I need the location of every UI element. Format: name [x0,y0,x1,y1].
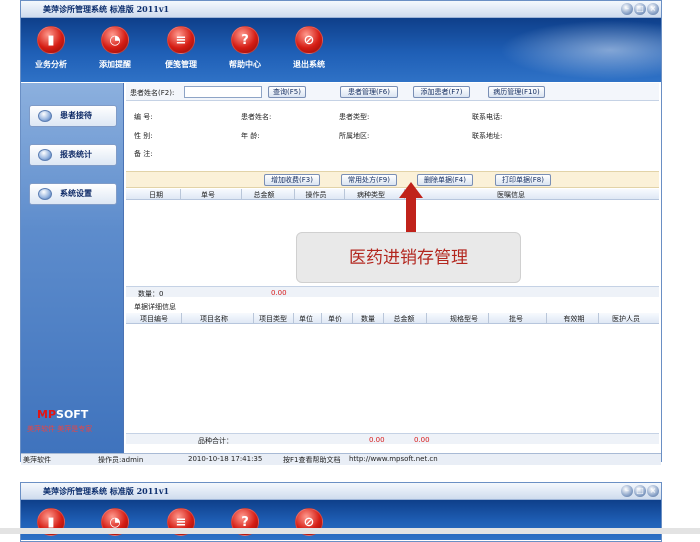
field-age: 年 龄: [241,132,260,140]
toolbar-notes[interactable]: ≡ [151,508,211,540]
main-window: 美萍诊所管理系统 标准版 2011v1 – □ × ▮ 业务分析 ◔ 添加提醒 … [20,0,662,465]
notepad-icon: ≡ [167,26,195,54]
toolbar-add-reminder[interactable]: ◔ 添加提醒 [85,26,145,70]
second-window-title: 美萍诊所管理系统 标准版 2011v1 [43,486,170,496]
medical-history-button[interactable]: 病历管理(F10) [488,86,545,98]
field-gender: 性 别: [134,132,153,140]
col-item-name: 项目名称 [200,315,228,323]
field-id: 编 号: [134,113,153,121]
field-patient-type: 患者类型: [339,113,370,121]
col-spec: 规格型号 [450,315,478,323]
status-datetime: 2010-10-18 17:41:35 [188,455,263,463]
field-patient-name: 患者姓名: [241,113,272,121]
up-arrow-icon [399,182,423,234]
common-prescription-button[interactable]: 常用处方(F9) [341,174,397,186]
nav-bullet-icon [38,149,52,161]
col-batch: 批号 [509,315,523,323]
second-title-bar: 美萍诊所管理系统 标准版 2011v1 – □ × [21,483,661,500]
patient-manage-button[interactable]: 患者管理(F6) [340,86,398,98]
query-button[interactable]: 查询(F5) [268,86,306,98]
toolbar-exit[interactable]: ⊘ [279,508,339,540]
decorative-swirl [491,18,661,82]
col-total-amount: 总金额 [253,191,275,199]
toolbar-help[interactable]: ? [215,508,275,540]
patient-search-bar: 患者姓名(F2): 查询(F5) 患者管理(F6) 添加患者(F7) 病历管理(… [126,83,659,101]
sidebar-item-reports[interactable]: 报表统计 [29,144,117,166]
toolbar-exit[interactable]: ⊘ 退出系统 [279,26,339,70]
col-order-no: 单号 [201,191,215,199]
slogan: 美萍软件 美萍是专家 [27,425,93,433]
patient-name-input[interactable] [184,86,262,98]
toolbar-business-analysis[interactable]: ▮ 业务分析 [21,26,81,70]
col-amount: 总金额 [393,315,415,323]
status-url: http://www.mpsoft.net.cn [349,455,438,463]
col-expiry: 有效期 [563,315,585,323]
minimize-icon[interactable]: – [621,3,633,15]
col-unit-price: 单价 [328,315,342,323]
col-quantity: 数量 [361,315,375,323]
print-order-button[interactable]: 打印单据(F8) [495,174,551,186]
maximize-icon[interactable]: □ [634,3,646,15]
col-item-type: 项目类型 [259,315,287,323]
status-company: 美萍软件 [23,456,51,464]
field-note: 备 注: [134,150,153,158]
orders-summary-row: 数量：0 0.00 [126,286,659,298]
overlay-caption: 医药进销存管理 [296,232,521,283]
toolbar-add-reminder[interactable]: ◔ [85,508,145,540]
sidebar-item-settings[interactable]: 系统设置 [29,183,117,205]
sidebar-item-patient-reception[interactable]: 患者接待 [29,105,117,127]
order-count: 数量：0 [138,290,164,298]
maximize-icon[interactable]: □ [634,485,646,497]
second-toolbar: ▮ ◔ ≡ ? ⊘ [21,500,661,540]
help-icon: ? [231,26,259,54]
sidebar: 患者接待 报表统计 系统设置 MPSOFT 美萍软件 美萍是专家 [21,83,124,453]
col-doctor-advice: 医嘱信息 [497,191,525,199]
add-fee-button[interactable]: 增加收费(F3) [264,174,320,186]
delete-order-button[interactable]: 删除单据(F4) [417,174,473,186]
sum-quantity: 0.00 [369,436,385,444]
sum-amount: 0.00 [414,436,430,444]
window-title: 美萍诊所管理系统 标准版 2011v1 [43,4,170,14]
status-operator: 操作员:admin [98,456,144,464]
details-title: 单据详细信息 [134,303,176,311]
col-date: 日期 [149,191,163,199]
toolbar-business-analysis[interactable]: ▮ [21,508,81,540]
col-unit: 单位 [299,315,313,323]
main-toolbar: ▮ 业务分析 ◔ 添加提醒 ≡ 便笺管理 ? 帮助中心 ⊘ 退出系统 [21,18,661,82]
details-summary-row: 品种合计： 0.00 0.00 [126,433,659,445]
close-icon[interactable]: × [647,3,659,15]
mpsoft-logo: MPSOFT [37,408,89,421]
close-icon[interactable]: × [647,485,659,497]
toolbar-help[interactable]: ? 帮助中心 [215,26,275,70]
col-item-code: 项目编号 [140,315,168,323]
minimize-icon[interactable]: – [621,485,633,497]
status-help: 按F1查看帮助文档 [283,456,341,464]
patient-name-label: 患者姓名(F2): [130,89,175,97]
details-section-header: 单据详细信息 [126,300,659,311]
order-total: 0.00 [271,289,287,297]
exit-icon: ⊘ [295,26,323,54]
col-operator: 操作员 [305,191,327,199]
orders-table-header: 日期 单号 总金额 操作员 病种类型 医嘱信息 [126,189,659,200]
field-address: 联系地址: [472,132,503,140]
chart-icon: ▮ [37,26,65,54]
status-bar: 美萍软件 操作员:admin 2010-10-18 17:41:35 按F1查看… [21,453,661,465]
nav-bullet-icon [38,188,52,200]
bottom-strip [0,528,700,534]
nav-bullet-icon [38,110,52,122]
toolbar-notes[interactable]: ≡ 便笺管理 [151,26,211,70]
field-phone: 联系电话: [472,113,503,121]
variety-sum-label: 品种合计： [198,437,233,445]
details-table-header: 项目编号 项目名称 项目类型 单位 单价 数量 总金额 规格型号 批号 有效期 [126,313,659,324]
col-staff: 医护人员 [612,315,640,323]
add-patient-button[interactable]: 添加患者(F7) [413,86,470,98]
title-bar: 美萍诊所管理系统 标准版 2011v1 – □ × [21,1,661,18]
field-region: 所属地区: [339,132,370,140]
clock-icon: ◔ [101,26,129,54]
order-action-bar: 增加收费(F3) 常用处方(F9) 删除单据(F4) 打印单据(F8) [126,171,659,188]
col-disease-type: 病种类型 [357,191,385,199]
